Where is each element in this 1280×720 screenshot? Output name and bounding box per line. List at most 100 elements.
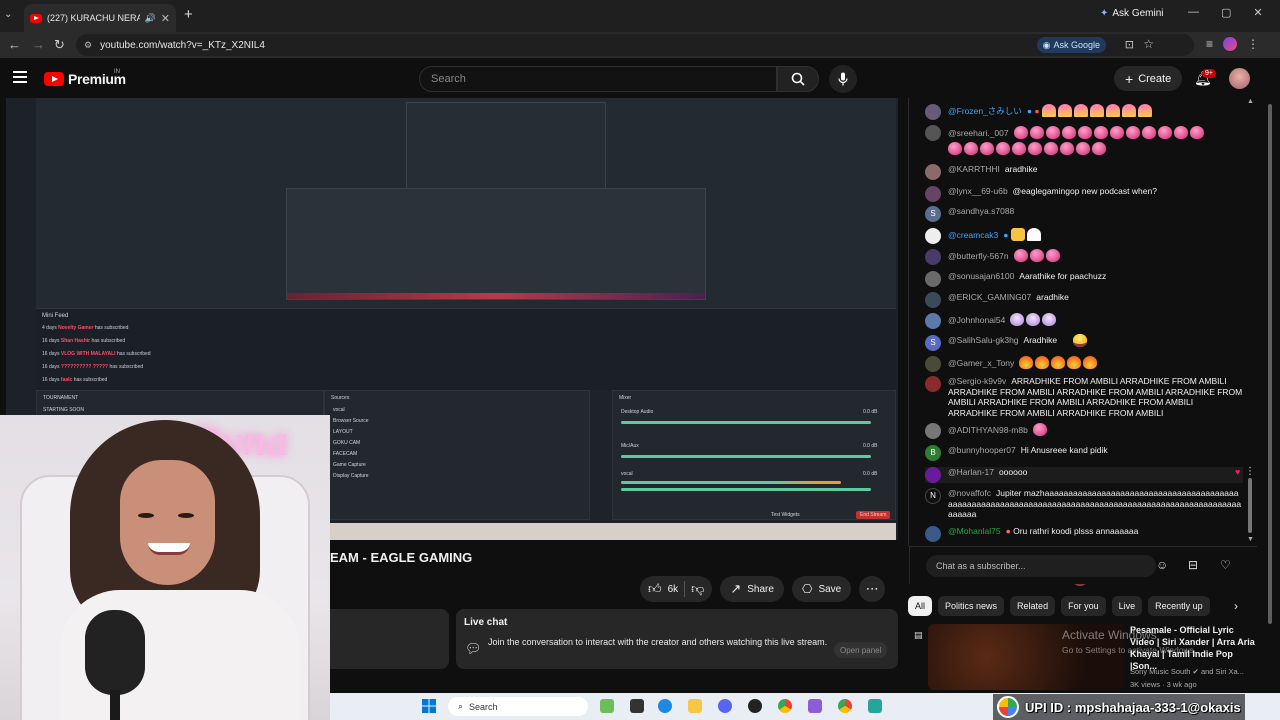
app-icon[interactable] [808,699,822,713]
app-icon-2[interactable] [868,699,882,713]
ask-google-button[interactable]: ◉ Ask Google [1036,37,1106,53]
back-icon[interactable]: ← [8,37,21,52]
profile-avatar[interactable] [1223,37,1238,51]
scroll-up-icon[interactable]: ▲ [1247,98,1254,105]
task-view-icon[interactable] [630,699,644,713]
avatar[interactable] [925,104,941,120]
forward-icon[interactable]: → [32,37,45,52]
avatar[interactable] [925,467,941,483]
avatar[interactable] [925,376,941,392]
avatar[interactable] [925,164,941,180]
avatar[interactable] [925,249,941,265]
browser-menu-icon[interactable]: ⋮ [1247,37,1259,51]
search-icon [791,72,805,86]
close-tab-icon[interactable]: ✕ [161,12,170,25]
chip-for-you[interactable]: For you [1061,596,1106,616]
obs-icon[interactable] [748,699,762,713]
chat-message: @Mohanlal75 ● Oru rathri koodi plsss anna… [925,526,1243,542]
chip-related[interactable]: Related [1010,596,1056,616]
avatar[interactable] [925,292,941,308]
edge-icon[interactable] [658,699,672,713]
audio-icon[interactable]: 🔊 [145,13,156,24]
video-actions: 👍︎ 6k 👎︎ ↗ Share ⎔ Save ⋯ [640,576,886,602]
page-scrollbar[interactable] [1266,98,1274,693]
file-explorer-icon[interactable] [688,699,702,713]
obs-nested-preview [406,102,606,192]
site-info-icon[interactable]: ⚙ [84,40,92,51]
obs-sources-panel: Sources vocal Browser Source LAYOUT GOKU… [324,390,590,520]
new-tab-icon[interactable]: + [184,6,193,23]
search-button[interactable] [777,66,819,92]
avatar[interactable] [925,186,941,202]
feed-row: 16 days VLOG WITH MALAYALI has subscribe… [42,351,151,357]
avatar[interactable] [925,125,941,141]
menu-icon[interactable] [13,71,27,83]
chat-input[interactable]: Chat as a subscriber... [926,555,1156,577]
chat-message-hovered: @Harlan-17 oooooo ♥ ⋮ [925,466,1255,483]
taskbar-search[interactable]: ⌕ Search [448,697,588,716]
like-button[interactable]: 👍︎ 6k [648,581,678,597]
region-code: IN [114,69,120,75]
chip-all[interactable]: All [908,596,933,616]
close-window-icon[interactable]: ✕ [1253,6,1262,19]
microphone-icon [838,72,848,86]
queue-icon[interactable]: ▤ [914,630,923,641]
widgets-icon[interactable] [600,699,614,713]
save-button[interactable]: ⎔ Save [791,576,852,602]
chevron-right-icon[interactable]: › [1234,599,1238,613]
url-field[interactable]: ⚙ youtube.com/watch?v=_KTz_X2NIL4 ◉ Ask … [76,34,1194,56]
windows-start-icon[interactable] [422,699,436,713]
chat-scrollbar[interactable] [1248,478,1252,533]
create-button[interactable]: + Create [1114,66,1183,91]
recommended-channel[interactable]: Sony Music South ✔ and Siri Xa... [1130,667,1258,676]
thumbs-down-icon: 👎︎ [691,581,705,596]
avatar[interactable] [925,423,941,439]
reading-list-icon[interactable]: ≡ [1206,37,1213,51]
avatar[interactable] [925,356,941,372]
chip-politics-news[interactable]: Politics news [938,596,1005,616]
chrome-profile-icon[interactable] [838,699,852,713]
bookmark-star-icon[interactable]: ☆ [1143,37,1154,51]
account-avatar[interactable] [1229,68,1250,89]
minimize-icon[interactable]: — [1188,6,1199,19]
super-chat-icon[interactable]: ⊟ [1188,558,1198,572]
install-icon[interactable]: ⊡ [1125,38,1134,51]
voice-search-button[interactable] [829,65,857,93]
scroll-down-icon[interactable]: ▼ [1247,536,1254,543]
open-panel-button[interactable]: Open panel [834,642,888,658]
search-placeholder: Search [431,73,466,85]
description-box[interactable] [330,609,449,669]
tab-search-icon[interactable]: ⌄ [4,9,12,20]
message-menu-icon[interactable]: ⋮ [1245,466,1255,478]
discord-icon[interactable] [718,699,732,713]
heart-reaction-icon[interactable]: ♥ [1235,467,1240,478]
chip-recently-uploaded[interactable]: Recently up [1148,596,1210,616]
chat-author[interactable]: @Frozen_さみしい [948,106,1022,116]
ask-gemini-label: Ask Gemini [1112,8,1164,19]
minifeed-title: Mini Feed [42,313,69,319]
avatar[interactable] [925,271,941,287]
chat-author[interactable]: @sreehari._007 [948,128,1009,138]
ask-gemini-button[interactable]: ✦ Ask Gemini [1100,8,1164,19]
scenes-sub: STARTING SOON [43,407,84,413]
dislike-button[interactable]: 👎︎ [691,581,704,597]
maximize-icon[interactable]: ▢ [1221,6,1231,19]
browser-tab[interactable]: (227) KURACHU NERAM SA 🔊 ✕ [24,4,176,32]
avatar[interactable] [925,313,941,329]
like-dislike-group: 👍︎ 6k 👎︎ [640,576,713,602]
avatar[interactable]: S [925,335,941,351]
avatar[interactable]: B [925,445,941,461]
avatar[interactable]: S [925,206,941,222]
more-actions-button[interactable]: ⋯ [859,576,886,602]
heart-icon[interactable]: ♡ [1220,558,1231,572]
avatar[interactable] [925,228,941,244]
chip-live[interactable]: Live [1111,596,1143,616]
avatar[interactable]: N [925,488,941,504]
chrome-icon[interactable] [778,699,792,713]
reload-icon[interactable]: ↻ [54,37,65,53]
mixer-title: Mixer [619,395,632,401]
share-button[interactable]: ↗ Share [720,576,784,602]
emoji-icon[interactable]: ☺ [1156,558,1168,572]
avatar[interactable] [925,526,941,542]
search-input[interactable]: Search [419,66,777,92]
